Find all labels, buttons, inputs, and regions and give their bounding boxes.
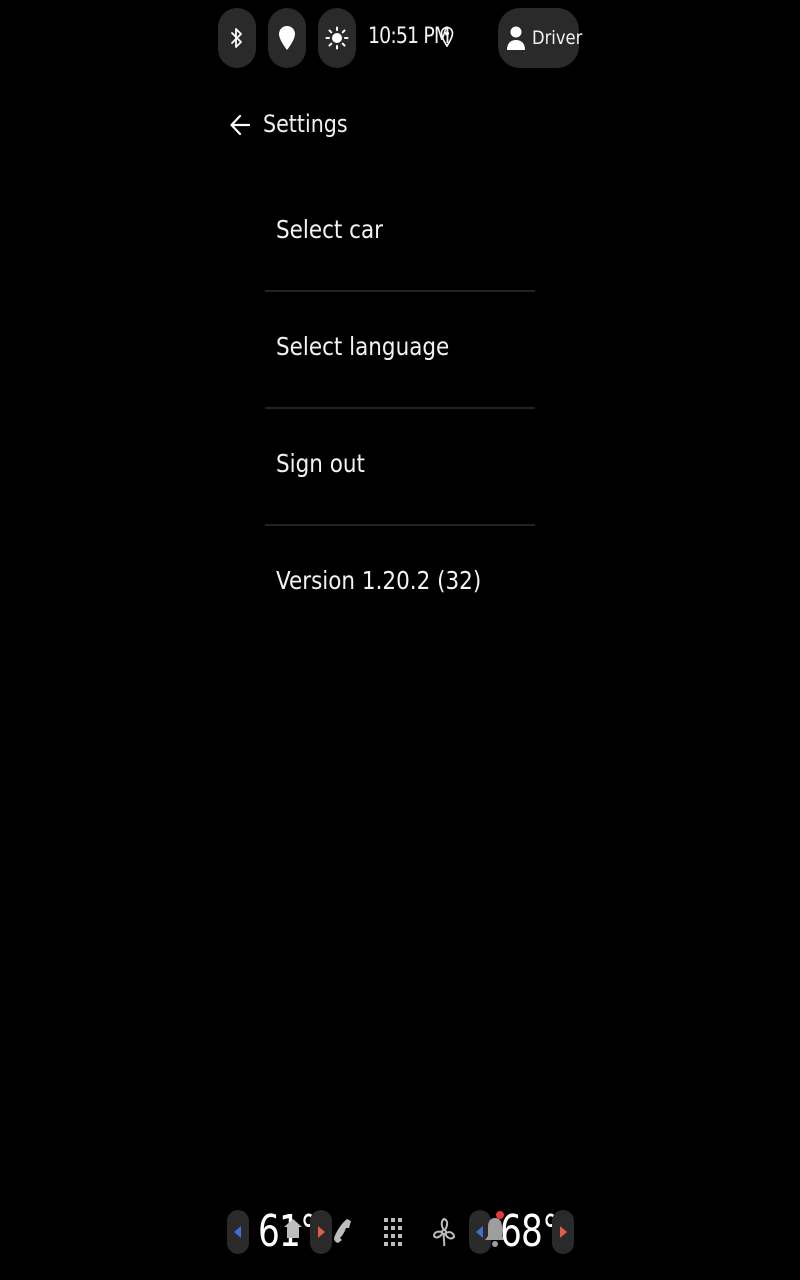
profile-label: Driver [532,27,583,49]
bottom-bar: 61° [0,1200,800,1264]
triangle-right-icon [559,1226,567,1238]
version-label: Version 1.20.2 (32) [276,566,482,595]
bluetooth-button[interactable] [218,8,256,68]
settings-screen: 10:51 PM Driver Settings Select car Sele… [0,0,800,1280]
settings-item-label: Sign out [276,449,365,478]
home-icon[interactable] [282,1216,304,1240]
location-button[interactable] [268,8,306,68]
driver-temp-down-button[interactable] [227,1210,249,1254]
settings-item-label: Select car [276,215,384,244]
status-bar: 10:51 PM Driver [0,8,800,70]
triangle-left-icon [234,1226,242,1238]
passenger-temp-up-button[interactable] [552,1210,574,1254]
passenger-temperature: 68° [500,1206,559,1257]
arrow-back-icon [229,112,251,138]
phone-icon[interactable] [332,1218,352,1244]
triangle-left-icon [476,1226,484,1238]
settings-list: Select car Select language Sign out Vers… [265,175,535,641]
back-button[interactable] [224,108,256,142]
location-icon [278,25,296,51]
triangle-right-icon [317,1226,325,1238]
fan-icon[interactable] [432,1216,456,1248]
driver-temp-up-button[interactable] [310,1210,332,1254]
location-pin-icon [440,26,454,54]
apps-grid-icon[interactable] [384,1218,402,1246]
person-icon [506,25,526,51]
settings-item-select-car[interactable]: Select car [265,175,535,292]
driver-profile-button[interactable]: Driver [498,8,583,68]
settings-item-version: Version 1.20.2 (32) [265,526,535,641]
bluetooth-icon [230,26,244,50]
settings-item-select-language[interactable]: Select language [265,292,535,409]
brightness-button[interactable] [318,8,356,68]
settings-item-sign-out[interactable]: Sign out [265,409,535,526]
brightness-icon [325,26,349,50]
page-title: Settings [263,110,348,138]
settings-item-label: Select language [276,332,450,361]
status-time: 10:51 PM [368,24,450,49]
